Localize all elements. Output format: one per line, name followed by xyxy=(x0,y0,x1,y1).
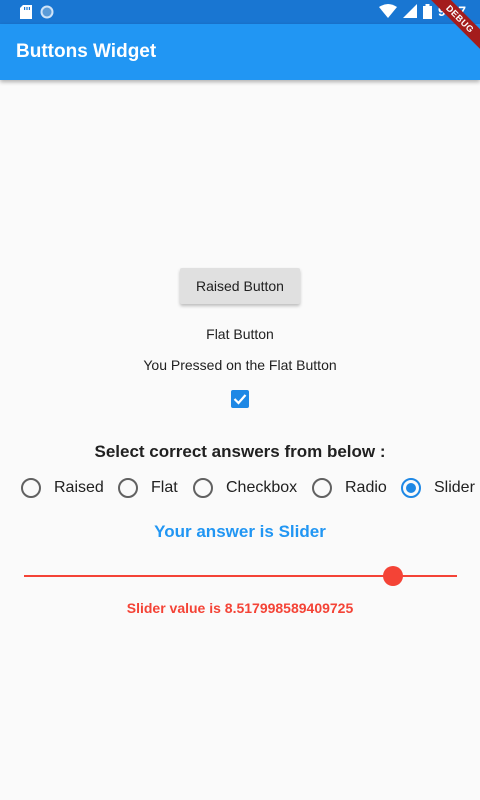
radio-slider[interactable] xyxy=(401,478,421,498)
checkbox[interactable] xyxy=(231,390,249,408)
slider-thumb[interactable] xyxy=(382,566,403,586)
radio-checkbox[interactable] xyxy=(193,478,213,498)
page-title: Buttons Widget xyxy=(16,41,157,62)
status-bar: 9:07 xyxy=(0,0,480,24)
sd-card-icon xyxy=(20,5,32,19)
wifi-icon xyxy=(378,4,397,18)
check-icon xyxy=(233,394,247,405)
question-text: Select correct answers from below : xyxy=(94,442,386,461)
slider-value-text: Slider value is 8.517998589409725 xyxy=(126,600,354,616)
raised-button[interactable]: Raised Button xyxy=(180,268,300,304)
sync-icon xyxy=(40,5,54,19)
radio-label-checkbox: Checkbox xyxy=(226,479,298,496)
radio-label-raised: Raised xyxy=(54,479,104,496)
radio-radio[interactable] xyxy=(312,478,332,498)
debug-banner-label: DEBUG xyxy=(426,0,480,53)
radio-raised[interactable] xyxy=(21,478,41,498)
answer-text: Your answer is Slider xyxy=(154,522,326,541)
app-bar: Buttons Widget xyxy=(0,24,480,80)
status-left-icons xyxy=(20,5,54,19)
radio-label-radio: Radio xyxy=(345,479,387,496)
radio-label-slider: Slider xyxy=(434,479,475,496)
debug-banner: DEBUG xyxy=(420,0,480,60)
signal-icon xyxy=(402,4,417,18)
radio-flat[interactable] xyxy=(118,478,138,498)
radio-group: Raised Flat Checkbox Radio Slider xyxy=(0,478,480,498)
radio-label-flat: Flat xyxy=(151,479,178,496)
pressed-message: You Pressed on the Flat Button xyxy=(143,357,337,373)
flat-button[interactable]: Flat Button xyxy=(190,320,290,348)
